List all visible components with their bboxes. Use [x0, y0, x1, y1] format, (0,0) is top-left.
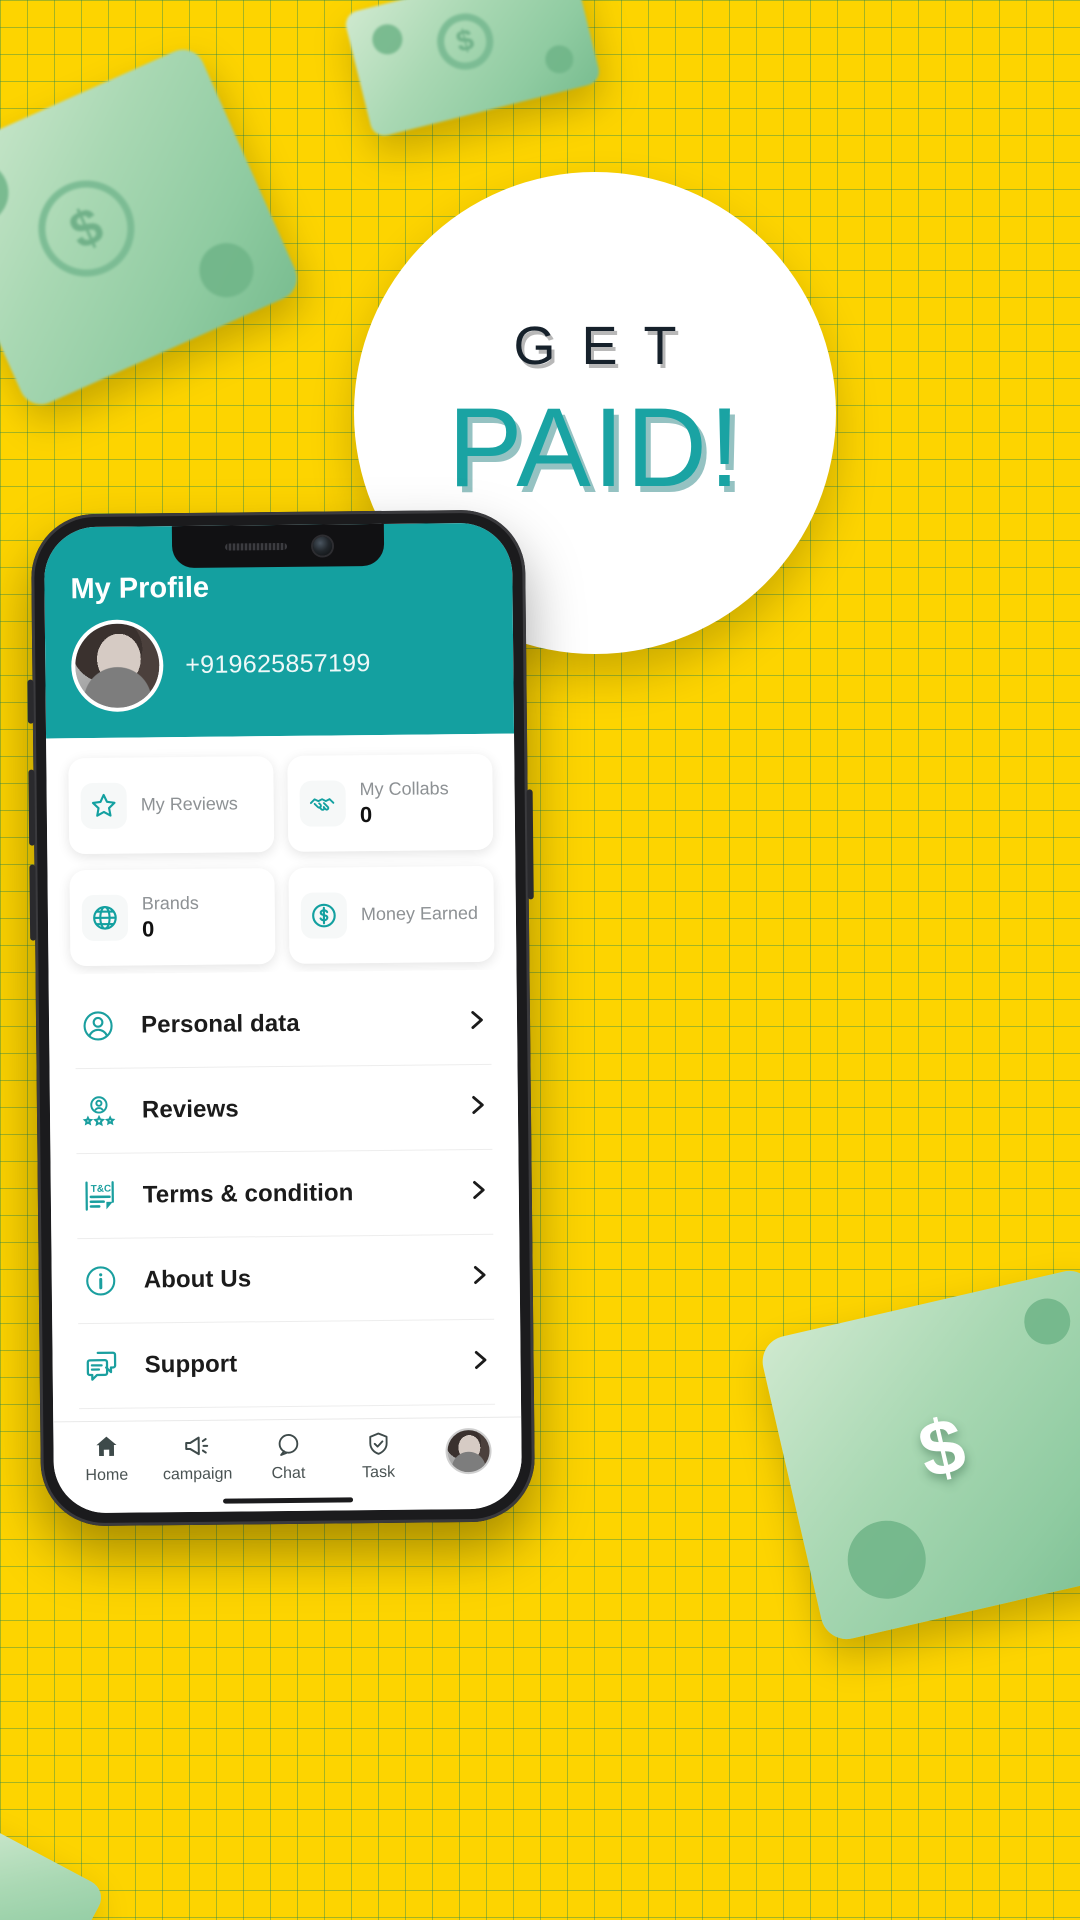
stat-value: [141, 816, 238, 817]
handshake-icon: [299, 780, 346, 827]
nav-item-label: Task: [362, 1463, 396, 1482]
info-circle-icon: [80, 1260, 122, 1302]
profile-phone-number: +919625857199: [185, 648, 371, 679]
chevron-right-icon: [465, 1176, 491, 1207]
phone-volume-down-button: [29, 864, 37, 941]
phone-volume-up-button: [28, 769, 36, 846]
nav-item-label: campaign: [162, 1465, 233, 1484]
menu-item-terms-and-condition[interactable]: T&C Terms & condition: [76, 1149, 494, 1240]
settings-menu-list: Personal data Reviews T&C Terms & condit…: [48, 969, 522, 1422]
page-title: My Profile: [70, 571, 210, 606]
nav-item-home[interactable]: Home: [72, 1432, 141, 1486]
avatar[interactable]: [70, 619, 164, 713]
menu-item-label: Terms & condition: [142, 1179, 354, 1209]
star-icon: [80, 782, 128, 830]
menu-item-personal-data[interactable]: Personal data: [74, 979, 492, 1070]
menu-item-support[interactable]: Support: [78, 1319, 496, 1410]
nav-item-label: Chat: [271, 1464, 306, 1483]
chevron-right-icon: [463, 1006, 489, 1037]
megaphone-icon: [182, 1431, 212, 1461]
profile-avatar-icon: [445, 1427, 492, 1475]
stat-value: 0: [359, 801, 373, 827]
stat-card-brands[interactable]: Brands 0: [69, 868, 276, 967]
stat-value: [361, 925, 478, 926]
profile-summary-row: +919625857199: [70, 616, 488, 713]
person-stars-icon: [78, 1090, 120, 1132]
nav-item-campaign[interactable]: campaign: [163, 1431, 233, 1485]
chat-bubbles-icon: [80, 1345, 122, 1387]
stat-label: My Reviews: [140, 793, 238, 815]
shield-check-icon: [364, 1429, 392, 1459]
promo-headline-paid: PAID!: [447, 384, 743, 510]
nav-item-profile[interactable]: [434, 1427, 502, 1475]
phone-screen: My Profile +919625857199 My Reviews My C…: [43, 522, 523, 1514]
stats-grid: My Reviews My Collabs 0 Brands 0 Money E…: [46, 733, 517, 975]
phone-power-button: [526, 789, 534, 900]
stat-value: 0: [141, 916, 155, 942]
phone-side-button: [27, 679, 34, 724]
menu-item-reviews[interactable]: Reviews: [75, 1064, 493, 1155]
phone-mockup: My Profile +919625857199 My Reviews My C…: [27, 509, 536, 1527]
chevron-right-icon: [466, 1261, 492, 1292]
nav-item-label: Home: [85, 1466, 129, 1485]
menu-item-label: Personal data: [140, 1009, 300, 1039]
chat-icon: [274, 1430, 302, 1460]
menu-item-label: Support: [144, 1350, 238, 1379]
nav-item-task[interactable]: Task: [344, 1429, 413, 1483]
person-circle-icon: [77, 1005, 119, 1047]
earpiece-speaker-icon: [224, 542, 287, 551]
stat-card-money-earned[interactable]: Money Earned: [288, 865, 495, 964]
promo-headline-get: GET: [513, 315, 703, 376]
menu-item-label: About Us: [143, 1265, 252, 1294]
front-camera-icon: [312, 535, 332, 556]
chevron-right-icon: [466, 1346, 492, 1377]
nav-item-chat[interactable]: Chat: [254, 1430, 323, 1484]
stat-label: My Collabs: [359, 778, 449, 800]
chevron-right-icon: [464, 1091, 490, 1122]
home-icon: [92, 1432, 120, 1462]
svg-text:T&C: T&C: [91, 1184, 111, 1195]
stat-card-my-collabs[interactable]: My Collabs 0: [287, 753, 494, 852]
menu-item-about-us[interactable]: About Us: [77, 1234, 495, 1325]
tc-document-icon: T&C: [79, 1175, 121, 1217]
menu-item-label: Reviews: [141, 1095, 239, 1124]
stat-card-my-reviews[interactable]: My Reviews: [68, 756, 275, 855]
stat-label: Money Earned: [360, 902, 479, 924]
dollar-circle-icon: [300, 892, 348, 939]
globe-icon: [81, 894, 129, 942]
phone-notch: [171, 523, 385, 569]
stat-label: Brands: [141, 892, 199, 914]
